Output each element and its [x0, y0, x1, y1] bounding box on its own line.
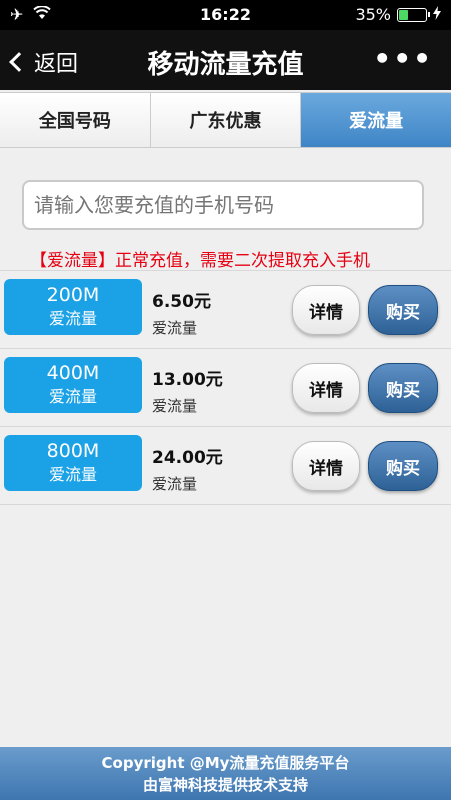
battery-percent: 35% — [355, 5, 391, 24]
status-right: 35% — [355, 5, 441, 24]
product-badge[interactable]: 400M 爱流量 — [4, 357, 142, 413]
product-price: 24.00元 — [152, 448, 223, 468]
product-size: 400M — [46, 362, 100, 384]
product-size: 800M — [46, 440, 100, 462]
detail-button[interactable]: 详情 — [292, 441, 360, 491]
footer-copyright: Copyright @My流量充值服务平台 — [101, 754, 350, 772]
tab-guangdong[interactable]: 广东优惠 — [150, 93, 302, 147]
charging-icon — [433, 5, 441, 24]
battery-icon — [397, 7, 430, 22]
product-row: 800M 爱流量 24.00元 爱流量 详情 购买 — [0, 427, 451, 505]
footer-support: 由富神科技提供技术支持 — [142, 776, 308, 794]
product-price: 13.00元 — [152, 370, 223, 390]
product-price: 6.50元 — [152, 292, 211, 312]
tab-bar: 全国号码 广东优惠 爱流量 — [0, 92, 451, 148]
notice-text: 【爱流量】正常充值，需要二次提取充入手机 — [30, 251, 370, 271]
product-badge[interactable]: 800M 爱流量 — [4, 435, 142, 491]
product-row: 400M 爱流量 13.00元 爱流量 详情 购买 — [0, 349, 451, 427]
product-desc: 爱流量 — [152, 319, 198, 337]
product-row: 200M 爱流量 6.50元 爱流量 详情 购买 — [0, 271, 451, 349]
tab-ai-liuliang[interactable]: 爱流量 — [301, 93, 451, 147]
buy-button[interactable]: 购买 — [368, 441, 438, 491]
footer: Copyright @My流量充值服务平台 由富神科技提供技术支持 — [0, 747, 451, 800]
product-badge[interactable]: 200M 爱流量 — [4, 279, 142, 335]
product-type: 爱流量 — [48, 465, 97, 484]
nav-bar: 返回 移动流量充值 ••• — [0, 30, 451, 90]
battery-level — [399, 9, 408, 20]
phone-number-input[interactable] — [22, 180, 424, 230]
product-type: 爱流量 — [48, 387, 97, 406]
detail-button[interactable]: 详情 — [292, 285, 360, 335]
more-menu-button[interactable]: ••• — [373, 42, 433, 75]
buy-button[interactable]: 购买 — [368, 285, 438, 335]
product-desc: 爱流量 — [152, 475, 198, 493]
tab-nationwide[interactable]: 全国号码 — [0, 93, 151, 147]
product-type: 爱流量 — [48, 309, 97, 328]
product-desc: 爱流量 — [152, 397, 198, 415]
status-bar: ✈ 16:22 35% — [0, 0, 451, 30]
product-list: 200M 爱流量 6.50元 爱流量 详情 购买 400M 爱流量 13.00元… — [0, 270, 451, 505]
product-size: 200M — [46, 284, 100, 306]
buy-button[interactable]: 购买 — [368, 363, 438, 413]
detail-button[interactable]: 详情 — [292, 363, 360, 413]
